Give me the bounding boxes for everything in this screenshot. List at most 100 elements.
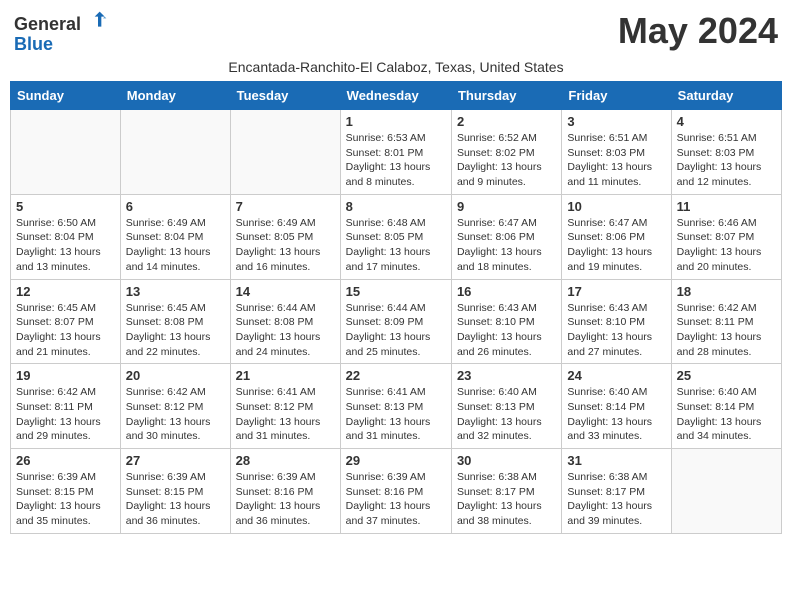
day-number: 18 bbox=[677, 284, 776, 299]
day-info: Sunrise: 6:41 AM Sunset: 8:12 PM Dayligh… bbox=[236, 385, 335, 444]
calendar-cell: 14 Sunrise: 6:44 AM Sunset: 8:08 PM Dayli… bbox=[230, 279, 340, 364]
day-info: Sunrise: 6:40 AM Sunset: 8:14 PM Dayligh… bbox=[677, 385, 776, 444]
day-number: 9 bbox=[457, 199, 556, 214]
day-info: Sunrise: 6:39 AM Sunset: 8:15 PM Dayligh… bbox=[16, 470, 115, 529]
logo: General Blue bbox=[14, 10, 108, 55]
day-number: 24 bbox=[567, 368, 665, 383]
day-number: 30 bbox=[457, 453, 556, 468]
day-info: Sunrise: 6:41 AM Sunset: 8:13 PM Dayligh… bbox=[346, 385, 446, 444]
day-number: 22 bbox=[346, 368, 446, 383]
day-info: Sunrise: 6:40 AM Sunset: 8:14 PM Dayligh… bbox=[567, 385, 665, 444]
day-number: 29 bbox=[346, 453, 446, 468]
day-info: Sunrise: 6:50 AM Sunset: 8:04 PM Dayligh… bbox=[16, 216, 115, 275]
day-number: 31 bbox=[567, 453, 665, 468]
calendar-cell: 31 Sunrise: 6:38 AM Sunset: 8:17 PM Dayli… bbox=[562, 449, 671, 534]
calendar-week-row: 5 Sunrise: 6:50 AM Sunset: 8:04 PM Daylig… bbox=[11, 194, 782, 279]
day-number: 2 bbox=[457, 114, 556, 129]
calendar-cell: 18Sunrise: 6:42 AM Sunset: 8:11 PM Dayli… bbox=[671, 279, 781, 364]
day-number: 3 bbox=[567, 114, 665, 129]
day-info: Sunrise: 6:47 AM Sunset: 8:06 PM Dayligh… bbox=[457, 216, 556, 275]
calendar-cell: 27 Sunrise: 6:39 AM Sunset: 8:15 PM Dayli… bbox=[120, 449, 230, 534]
calendar-cell: 24 Sunrise: 6:40 AM Sunset: 8:14 PM Dayli… bbox=[562, 364, 671, 449]
day-number: 12 bbox=[16, 284, 115, 299]
calendar-cell: 11 Sunrise: 6:46 AM Sunset: 8:07 PM Dayli… bbox=[671, 194, 781, 279]
day-info: Sunrise: 6:45 AM Sunset: 8:07 PM Dayligh… bbox=[16, 301, 115, 360]
day-info: Sunrise: 6:51 AM Sunset: 8:03 PM Dayligh… bbox=[677, 131, 776, 190]
month-title: May 2024 bbox=[618, 10, 778, 52]
calendar-cell bbox=[120, 110, 230, 195]
day-info: Sunrise: 6:51 AM Sunset: 8:03 PM Dayligh… bbox=[567, 131, 665, 190]
calendar-cell: 22 Sunrise: 6:41 AM Sunset: 8:13 PM Dayli… bbox=[340, 364, 451, 449]
logo-icon bbox=[88, 10, 108, 30]
calendar-cell: 3 Sunrise: 6:51 AM Sunset: 8:03 PM Daylig… bbox=[562, 110, 671, 195]
day-number: 16 bbox=[457, 284, 556, 299]
calendar-cell: 26 Sunrise: 6:39 AM Sunset: 8:15 PM Dayli… bbox=[11, 449, 121, 534]
day-header-sunday: Sunday bbox=[11, 82, 121, 110]
calendar-cell bbox=[11, 110, 121, 195]
day-info: Sunrise: 6:43 AM Sunset: 8:10 PM Dayligh… bbox=[457, 301, 556, 360]
day-number: 13 bbox=[126, 284, 225, 299]
calendar-cell bbox=[671, 449, 781, 534]
day-header-monday: Monday bbox=[120, 82, 230, 110]
calendar-cell: 21Sunrise: 6:41 AM Sunset: 8:12 PM Dayli… bbox=[230, 364, 340, 449]
calendar-week-row: 19Sunrise: 6:42 AM Sunset: 8:11 PM Dayli… bbox=[11, 364, 782, 449]
calendar-subtitle: Encantada-Ranchito-El Calaboz, Texas, Un… bbox=[10, 59, 782, 75]
calendar-week-row: 12 Sunrise: 6:45 AM Sunset: 8:07 PM Dayli… bbox=[11, 279, 782, 364]
day-number: 10 bbox=[567, 199, 665, 214]
day-info: Sunrise: 6:39 AM Sunset: 8:16 PM Dayligh… bbox=[346, 470, 446, 529]
day-info: Sunrise: 6:46 AM Sunset: 8:07 PM Dayligh… bbox=[677, 216, 776, 275]
day-info: Sunrise: 6:49 AM Sunset: 8:05 PM Dayligh… bbox=[236, 216, 335, 275]
calendar-cell: 17Sunrise: 6:43 AM Sunset: 8:10 PM Dayli… bbox=[562, 279, 671, 364]
calendar-cell: 10 Sunrise: 6:47 AM Sunset: 8:06 PM Dayli… bbox=[562, 194, 671, 279]
day-info: Sunrise: 6:44 AM Sunset: 8:09 PM Dayligh… bbox=[346, 301, 446, 360]
day-header-saturday: Saturday bbox=[671, 82, 781, 110]
calendar-cell: 12 Sunrise: 6:45 AM Sunset: 8:07 PM Dayli… bbox=[11, 279, 121, 364]
day-number: 25 bbox=[677, 368, 776, 383]
day-number: 20 bbox=[126, 368, 225, 383]
calendar-week-row: 1Sunrise: 6:53 AM Sunset: 8:01 PM Daylig… bbox=[11, 110, 782, 195]
day-info: Sunrise: 6:38 AM Sunset: 8:17 PM Dayligh… bbox=[457, 470, 556, 529]
day-info: Sunrise: 6:45 AM Sunset: 8:08 PM Dayligh… bbox=[126, 301, 225, 360]
calendar-cell bbox=[230, 110, 340, 195]
day-number: 26 bbox=[16, 453, 115, 468]
day-info: Sunrise: 6:39 AM Sunset: 8:16 PM Dayligh… bbox=[236, 470, 335, 529]
calendar-cell: 13 Sunrise: 6:45 AM Sunset: 8:08 PM Dayli… bbox=[120, 279, 230, 364]
calendar-cell: 20 Sunrise: 6:42 AM Sunset: 8:12 PM Dayli… bbox=[120, 364, 230, 449]
day-number: 8 bbox=[346, 199, 446, 214]
calendar-cell: 2 Sunrise: 6:52 AM Sunset: 8:02 PM Daylig… bbox=[451, 110, 561, 195]
page-header: General Blue May 2024 bbox=[10, 10, 782, 55]
calendar-table: SundayMondayTuesdayWednesdayThursdayFrid… bbox=[10, 81, 782, 534]
calendar-cell: 4 Sunrise: 6:51 AM Sunset: 8:03 PM Daylig… bbox=[671, 110, 781, 195]
day-number: 15 bbox=[346, 284, 446, 299]
calendar-cell: 30 Sunrise: 6:38 AM Sunset: 8:17 PM Dayli… bbox=[451, 449, 561, 534]
day-info: Sunrise: 6:52 AM Sunset: 8:02 PM Dayligh… bbox=[457, 131, 556, 190]
day-number: 1 bbox=[346, 114, 446, 129]
calendar-cell: 19Sunrise: 6:42 AM Sunset: 8:11 PM Dayli… bbox=[11, 364, 121, 449]
day-number: 4 bbox=[677, 114, 776, 129]
day-number: 23 bbox=[457, 368, 556, 383]
day-number: 27 bbox=[126, 453, 225, 468]
calendar-cell: 9 Sunrise: 6:47 AM Sunset: 8:06 PM Daylig… bbox=[451, 194, 561, 279]
calendar-cell: 8Sunrise: 6:48 AM Sunset: 8:05 PM Daylig… bbox=[340, 194, 451, 279]
calendar-cell: 6Sunrise: 6:49 AM Sunset: 8:04 PM Daylig… bbox=[120, 194, 230, 279]
calendar-cell: 15 Sunrise: 6:44 AM Sunset: 8:09 PM Dayli… bbox=[340, 279, 451, 364]
day-number: 19 bbox=[16, 368, 115, 383]
calendar-cell: 7Sunrise: 6:49 AM Sunset: 8:05 PM Daylig… bbox=[230, 194, 340, 279]
logo-general-text: General bbox=[14, 10, 108, 35]
day-info: Sunrise: 6:49 AM Sunset: 8:04 PM Dayligh… bbox=[126, 216, 225, 275]
day-info: Sunrise: 6:42 AM Sunset: 8:12 PM Dayligh… bbox=[126, 385, 225, 444]
day-info: Sunrise: 6:44 AM Sunset: 8:08 PM Dayligh… bbox=[236, 301, 335, 360]
day-number: 5 bbox=[16, 199, 115, 214]
day-info: Sunrise: 6:47 AM Sunset: 8:06 PM Dayligh… bbox=[567, 216, 665, 275]
day-header-friday: Friday bbox=[562, 82, 671, 110]
day-number: 14 bbox=[236, 284, 335, 299]
calendar-cell: 1Sunrise: 6:53 AM Sunset: 8:01 PM Daylig… bbox=[340, 110, 451, 195]
day-number: 11 bbox=[677, 199, 776, 214]
day-header-tuesday: Tuesday bbox=[230, 82, 340, 110]
day-info: Sunrise: 6:39 AM Sunset: 8:15 PM Dayligh… bbox=[126, 470, 225, 529]
day-header-wednesday: Wednesday bbox=[340, 82, 451, 110]
calendar-cell: 29 Sunrise: 6:39 AM Sunset: 8:16 PM Dayli… bbox=[340, 449, 451, 534]
day-number: 17 bbox=[567, 284, 665, 299]
calendar-cell: 5 Sunrise: 6:50 AM Sunset: 8:04 PM Daylig… bbox=[11, 194, 121, 279]
day-info: Sunrise: 6:38 AM Sunset: 8:17 PM Dayligh… bbox=[567, 470, 665, 529]
